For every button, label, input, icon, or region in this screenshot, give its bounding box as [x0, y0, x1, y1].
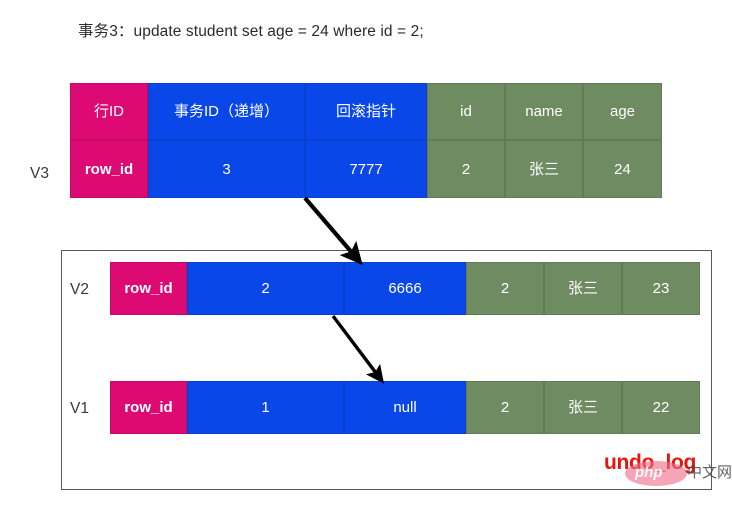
v1-cell-rollback-pointer: null	[344, 381, 466, 434]
v1-cell-id: 2	[466, 381, 544, 434]
version-label-v3: V3	[30, 165, 49, 182]
v3-cell-rollback-pointer: 7777	[305, 140, 427, 198]
version-label-v1: V1	[70, 400, 89, 417]
table-header-rollback-pointer: 回滚指针	[305, 83, 427, 140]
version-label-v2: V2	[70, 281, 89, 298]
v1-cell-trx-id: 1	[187, 381, 344, 434]
watermark: php 中文网	[625, 461, 732, 487]
v1-cell-age: 22	[622, 381, 700, 434]
v1-cell-row-id: row_id	[110, 381, 187, 434]
table-header-trx-id: 事务ID（递增）	[148, 83, 305, 140]
v2-cell-row-id: row_id	[110, 262, 187, 315]
v2-cell-name: 张三	[544, 262, 622, 315]
v3-cell-id: 2	[427, 140, 505, 198]
v3-cell-trx-id: 3	[148, 140, 305, 198]
v2-cell-age: 23	[622, 262, 700, 315]
watermark-site-name: 中文网	[687, 464, 732, 481]
table-header-id: id	[427, 83, 505, 140]
v1-cell-name: 张三	[544, 381, 622, 434]
v2-cell-rollback-pointer: 6666	[344, 262, 466, 315]
v3-cell-age: 24	[583, 140, 662, 198]
v3-cell-row-id: row_id	[70, 140, 148, 198]
watermark-php-logo: php	[635, 464, 663, 481]
transaction-statement-title: 事务3：update student set age = 24 where id…	[78, 23, 424, 40]
table-header-age: age	[583, 83, 662, 140]
v3-cell-name: 张三	[505, 140, 583, 198]
v2-cell-trx-id: 2	[187, 262, 344, 315]
v2-cell-id: 2	[466, 262, 544, 315]
table-header-row-id: 行ID	[70, 83, 148, 140]
table-header-name: name	[505, 83, 583, 140]
diagram-canvas: 事务3：update student set age = 24 where id…	[0, 0, 732, 507]
